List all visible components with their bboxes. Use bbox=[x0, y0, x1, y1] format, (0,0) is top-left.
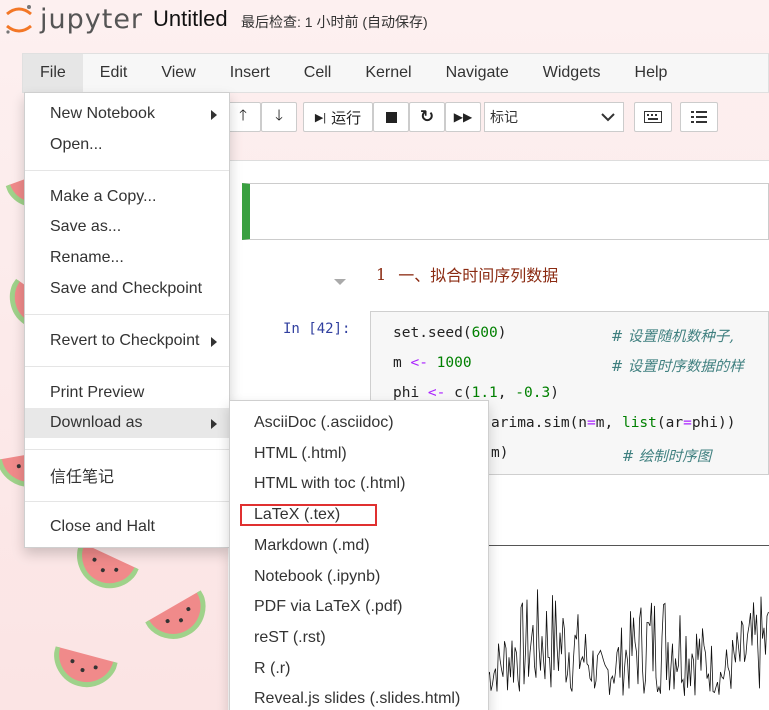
submenu-arrow-icon bbox=[211, 419, 217, 429]
jupyter-logo-icon bbox=[6, 5, 32, 34]
refresh-icon: ↻ bbox=[419, 107, 435, 126]
section-heading: 1 一、拟合时间序列数据 bbox=[334, 262, 558, 286]
move-up-button[interactable]: 🡑 bbox=[225, 102, 261, 132]
menu-item-revert-checkpoint[interactable]: Revert to Checkpoint bbox=[25, 326, 229, 356]
latex-highlight-box bbox=[240, 504, 377, 526]
menu-view[interactable]: View bbox=[144, 54, 212, 92]
menu-divider bbox=[25, 314, 229, 315]
heading-number: 1 bbox=[376, 264, 387, 284]
menu-edit[interactable]: Edit bbox=[83, 54, 145, 92]
restart-run-all-button[interactable]: ▶▶ bbox=[445, 102, 481, 132]
input-prompt: In [42]: bbox=[283, 321, 351, 337]
menu-divider bbox=[25, 366, 229, 367]
checkpoint-status: 最后检查: 1 小时前 (自动保存) bbox=[241, 14, 428, 30]
jupyter-logo-text: jupyter bbox=[40, 3, 144, 35]
watermelon-slice-icon bbox=[143, 587, 220, 657]
fast-forward-icon: ▶▶ bbox=[453, 110, 473, 124]
menu-item-rename[interactable]: Rename... bbox=[25, 243, 229, 273]
step-forward-icon: ▶| bbox=[314, 111, 327, 124]
download-asciidoc[interactable]: AsciiDoc (.asciidoc) bbox=[230, 407, 488, 438]
move-down-button[interactable]: 🡓 bbox=[261, 102, 297, 132]
heading-text: 一、拟合时间序列数据 bbox=[398, 268, 559, 285]
time-series-line bbox=[487, 589, 769, 696]
menu-help[interactable]: Help bbox=[618, 54, 685, 92]
run-button-label: 运行 bbox=[331, 109, 362, 127]
watermelon-slice-icon bbox=[45, 642, 119, 701]
download-markdown[interactable]: Markdown (.md) bbox=[230, 530, 488, 561]
menu-item-trust-notebook[interactable]: 信任笔记 bbox=[25, 460, 229, 490]
menu-item-save-as[interactable]: Save as... bbox=[25, 212, 229, 242]
file-menu-dropdown: New Notebook Open... Make a Copy... Save… bbox=[24, 92, 230, 548]
menu-item-make-copy[interactable]: Make a Copy... bbox=[25, 182, 229, 212]
command-palette-button[interactable] bbox=[634, 102, 672, 132]
notebook-header: jupyter Untitled 最后检查: 1 小时前 (自动保存) bbox=[0, 0, 769, 50]
time-series-plot bbox=[487, 545, 769, 710]
menu-divider bbox=[25, 501, 229, 502]
cell-type-select[interactable]: 标记 bbox=[484, 102, 624, 132]
menu-item-download-as[interactable]: Download as bbox=[25, 408, 229, 438]
submenu-arrow-icon bbox=[211, 337, 217, 347]
list-icon bbox=[691, 111, 707, 123]
interrupt-button[interactable] bbox=[373, 102, 409, 132]
download-r[interactable]: R (.r) bbox=[230, 653, 488, 684]
submenu-arrow-icon bbox=[211, 110, 217, 120]
download-notebook[interactable]: Notebook (.ipynb) bbox=[230, 561, 488, 592]
code-line: set.seed(600) # 设置随机数种子, bbox=[393, 325, 734, 345]
restart-button[interactable]: ↻ bbox=[409, 102, 445, 132]
menubar: File Edit View Insert Cell Kernel Naviga… bbox=[22, 53, 769, 93]
download-rest[interactable]: reST (.rst) bbox=[230, 622, 488, 653]
menu-divider bbox=[25, 449, 229, 450]
download-html[interactable]: HTML (.html) bbox=[230, 438, 488, 469]
series-line bbox=[487, 589, 769, 696]
download-reveal-slides[interactable]: Reveal.js slides (.slides.html) bbox=[230, 683, 488, 710]
menu-widgets[interactable]: Widgets bbox=[526, 54, 618, 92]
toc-button[interactable] bbox=[680, 102, 718, 132]
menu-item-new-notebook[interactable]: New Notebook bbox=[25, 99, 229, 129]
arrow-up-icon: 🡑 bbox=[239, 106, 247, 124]
menu-item-open[interactable]: Open... bbox=[25, 130, 229, 160]
download-html-toc[interactable]: HTML with toc (.html) bbox=[230, 468, 488, 499]
code-line: phi <- c(1.1, -0.3) bbox=[393, 385, 559, 401]
selected-cell[interactable] bbox=[242, 183, 769, 240]
notebook-title[interactable]: Untitled bbox=[153, 6, 228, 32]
run-button[interactable]: ▶| 运行 bbox=[303, 102, 373, 132]
chevron-down-icon bbox=[601, 113, 615, 122]
code-line: m <- 1000 # 设置时序数据的样 bbox=[393, 355, 744, 375]
cell-type-value: 标记 bbox=[490, 109, 518, 125]
menu-navigate[interactable]: Navigate bbox=[429, 54, 526, 92]
code-line: arima.sim(n=m, list(ar=phi)) bbox=[491, 415, 736, 431]
watermelon-slice-icon bbox=[64, 539, 141, 606]
menu-file[interactable]: File bbox=[23, 54, 83, 92]
arrow-down-icon: 🡓 bbox=[275, 106, 283, 124]
code-line: m) # 绘制时序图 bbox=[491, 445, 712, 465]
menu-divider bbox=[25, 170, 229, 171]
download-pdf-latex[interactable]: PDF via LaTeX (.pdf) bbox=[230, 591, 488, 622]
download-as-submenu: AsciiDoc (.asciidoc) HTML (.html) HTML w… bbox=[229, 400, 489, 710]
menu-item-close-halt[interactable]: Close and Halt bbox=[25, 512, 229, 542]
jupyter-logo[interactable]: jupyter bbox=[4, 2, 143, 36]
menu-cell[interactable]: Cell bbox=[287, 54, 349, 92]
stop-icon bbox=[385, 111, 397, 123]
menu-item-save-checkpoint[interactable]: Save and Checkpoint bbox=[25, 274, 229, 304]
menu-insert[interactable]: Insert bbox=[213, 54, 287, 92]
menu-kernel[interactable]: Kernel bbox=[348, 54, 428, 92]
keyboard-icon bbox=[644, 111, 662, 123]
menu-item-print-preview[interactable]: Print Preview bbox=[25, 378, 229, 408]
